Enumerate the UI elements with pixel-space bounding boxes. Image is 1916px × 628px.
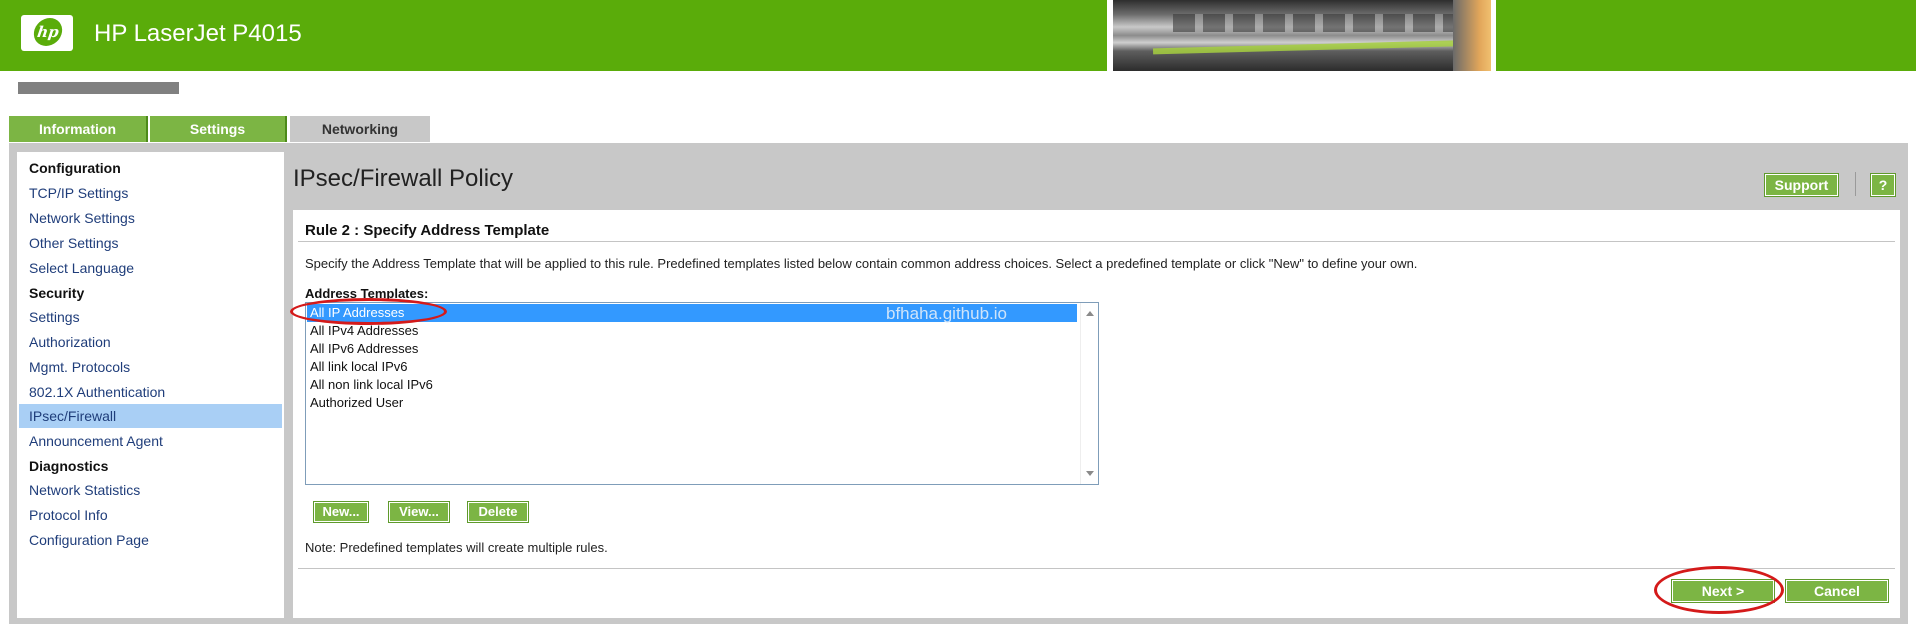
sidebar: Configuration TCP/IP Settings Network Se… [17, 152, 284, 618]
description-text: Specify the Address Template that will b… [305, 256, 1418, 271]
sidebar-item-ipsec-firewall[interactable]: IPsec/Firewall [19, 404, 282, 428]
sidebar-item-mgmt-protocols[interactable]: Mgmt. Protocols [19, 355, 282, 379]
new-template-button[interactable]: New... [313, 501, 369, 523]
address-templates-label: Address Templates: [305, 286, 429, 301]
view-template-button[interactable]: View... [388, 501, 450, 523]
sidebar-heading-security: Security [29, 285, 85, 301]
sidebar-item-select-language[interactable]: Select Language [19, 256, 282, 280]
sidebar-heading-configuration: Configuration [29, 160, 121, 176]
sidebar-item-protocol-info[interactable]: Protocol Info [19, 503, 282, 527]
header-divider [1855, 172, 1856, 196]
rule-title: Rule 2 : Specify Address Template [305, 222, 550, 239]
product-title: HP LaserJet P4015 [94, 20, 302, 47]
support-button[interactable]: Support [1764, 173, 1839, 197]
tab-settings[interactable]: Settings [150, 116, 287, 142]
header-photo [1107, 0, 1496, 71]
delete-template-button[interactable]: Delete [467, 501, 529, 523]
hp-logo: hp [21, 15, 73, 51]
photo-windows [1173, 14, 1473, 32]
template-option-authorized-user[interactable]: Authorized User [307, 394, 1077, 412]
help-button[interactable]: ? [1870, 173, 1896, 197]
template-option-all-ipv6-addresses[interactable]: All IPv6 Addresses [307, 340, 1077, 358]
template-option-all-non-link-local-ipv6[interactable]: All non link local IPv6 [307, 376, 1077, 394]
next-button[interactable]: Next > [1671, 579, 1775, 603]
train-photo-image [1113, 0, 1491, 71]
sidebar-item-8021x-authentication[interactable]: 802.1X Authentication [19, 380, 282, 404]
page-title: IPsec/Firewall Policy [293, 165, 514, 192]
sidebar-item-configuration-page[interactable]: Configuration Page [19, 528, 282, 552]
device-name-redacted [18, 82, 179, 94]
template-option-all-ipv4-addresses[interactable]: All IPv4 Addresses [307, 322, 1077, 340]
header-bar: hp HP LaserJet P4015 [0, 0, 1916, 71]
sidebar-item-other-settings[interactable]: Other Settings [19, 231, 282, 255]
title-divider [298, 241, 1895, 242]
sidebar-item-announcement-agent[interactable]: Announcement Agent [19, 429, 282, 453]
scroll-down-arrow-icon[interactable] [1086, 471, 1094, 476]
sidebar-item-security-settings[interactable]: Settings [19, 305, 282, 329]
template-option-all-link-local-ipv6[interactable]: All link local IPv6 [307, 358, 1077, 376]
footer-divider [298, 568, 1895, 569]
photo-stripe [1152, 39, 1484, 55]
photo-lights [1453, 0, 1491, 71]
address-templates-listbox[interactable]: All IP Addresses All IPv4 Addresses All … [305, 302, 1099, 485]
tab-information[interactable]: Information [9, 116, 148, 142]
scroll-up-arrow-icon[interactable] [1086, 311, 1094, 316]
sidebar-item-authorization[interactable]: Authorization [19, 330, 282, 354]
hp-logo-mark: hp [32, 18, 64, 46]
sidebar-item-network-settings[interactable]: Network Settings [19, 206, 282, 230]
note-text: Note: Predefined templates will create m… [305, 540, 608, 555]
sidebar-item-network-statistics[interactable]: Network Statistics [19, 478, 282, 502]
watermark-text: bfhaha.github.io [886, 304, 1007, 323]
tab-networking[interactable]: Networking [290, 116, 430, 142]
cancel-button[interactable]: Cancel [1785, 579, 1889, 603]
sidebar-item-tcpip-settings[interactable]: TCP/IP Settings [19, 181, 282, 205]
sidebar-heading-diagnostics: Diagnostics [29, 458, 109, 474]
listbox-scrollbar[interactable] [1080, 303, 1098, 484]
